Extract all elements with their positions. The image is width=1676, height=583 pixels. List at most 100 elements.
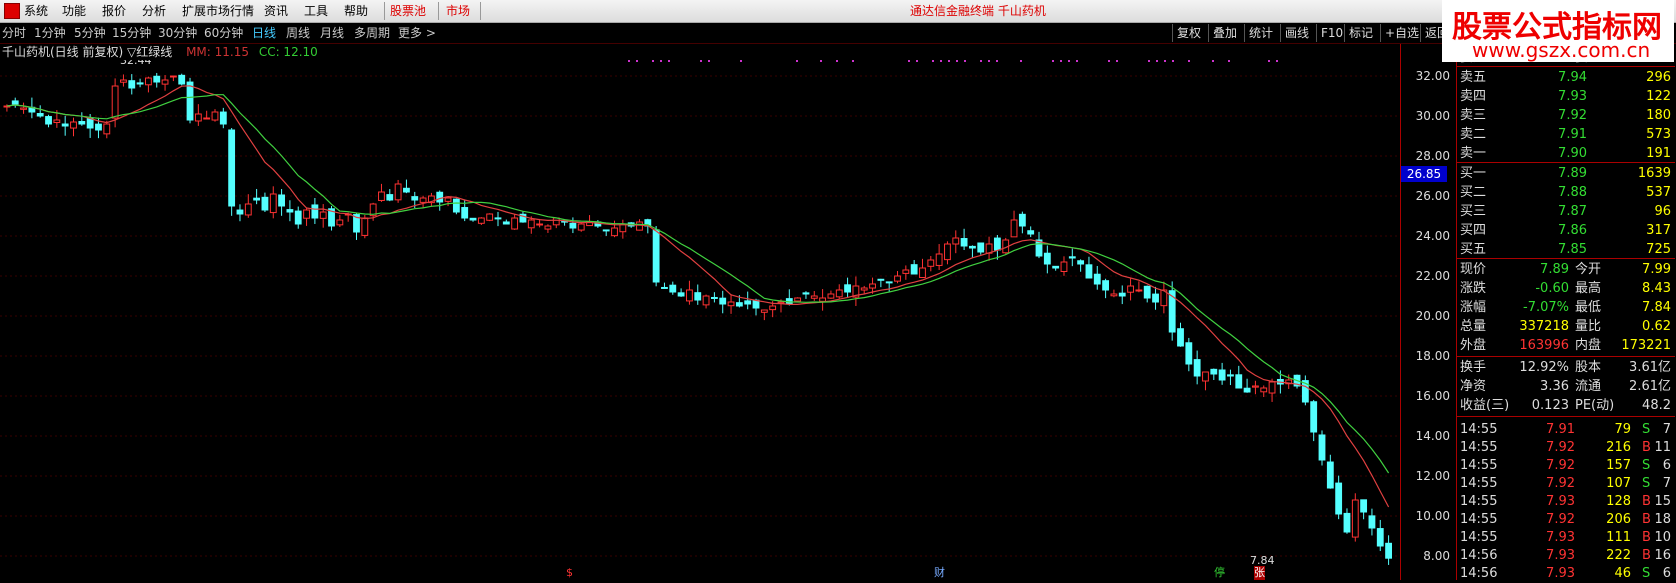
statistics-button[interactable]: 统计 [1244, 24, 1277, 42]
stat-label: 现价 [1460, 262, 1487, 277]
bid-row[interactable]: 买四 7.86 317 [1457, 221, 1675, 240]
period-tab-30min[interactable]: 30分钟 [158, 23, 197, 43]
candlestick-chart[interactable]: 32.447.84 [0, 60, 1400, 580]
bid-price: 7.87 [1558, 204, 1587, 219]
candle-body [1018, 213, 1026, 227]
candle-body [494, 217, 502, 220]
ask-price: 7.93 [1558, 89, 1587, 104]
candle-body [419, 197, 427, 203]
event-tag[interactable]: 停 [1214, 566, 1225, 580]
period-toolbar: 分时 1分钟 5分钟 15分钟 30分钟 60分钟 日线 周线 月线 多周期 更… [0, 23, 1676, 44]
signal-dot [708, 60, 710, 62]
period-tab-1min[interactable]: 1分钟 [34, 23, 66, 43]
ask-row[interactable]: 卖三 7.92 180 [1457, 106, 1675, 125]
signal-dot [948, 60, 950, 62]
menu-extended-market[interactable]: 扩展市场行情 [182, 0, 254, 22]
ask-row[interactable]: 卖五 7.94 296 [1457, 68, 1675, 87]
bid-row[interactable]: 买五 7.85 725 [1457, 240, 1675, 259]
candle-body [502, 221, 510, 225]
candle-body [744, 300, 752, 305]
period-tab-intraday[interactable]: 分时 [2, 23, 26, 43]
candle-body [819, 297, 827, 302]
bid-row[interactable]: 买一 7.89 1639 [1457, 164, 1675, 183]
rights-adjust-button[interactable]: 复权 [1172, 24, 1205, 42]
stat-label: 今开 [1575, 262, 1602, 277]
quote-panel: 委比 -41.75% 委差 -1352 卖五7.94296卖四7.93122卖三… [1456, 44, 1676, 581]
stat-label: 涨幅 [1460, 300, 1487, 315]
ask-row[interactable]: 卖一 7.90 191 [1457, 144, 1675, 163]
signal-dot [1052, 60, 1054, 62]
candle-body [1243, 387, 1251, 393]
event-tag[interactable]: $ [566, 566, 573, 580]
ask-label: 卖四 [1460, 89, 1487, 104]
overlay-button[interactable]: 叠加 [1208, 24, 1241, 42]
f10-button[interactable]: F10 [1316, 24, 1347, 42]
bid-label: 买二 [1460, 185, 1487, 200]
menu-market[interactable]: 市场 [446, 0, 470, 22]
period-tab-weekly[interactable]: 周线 [286, 23, 310, 43]
add-watchlist-button[interactable]: +自选 [1380, 24, 1423, 42]
menu-system[interactable]: 系统 [24, 0, 48, 22]
signal-dot [1276, 60, 1278, 62]
candle-body [1135, 289, 1143, 292]
candle-body [128, 80, 136, 89]
period-tab-multi[interactable]: 多周期 [354, 23, 390, 43]
menu-function[interactable]: 功能 [62, 0, 86, 22]
stat-value: 7.99 [1642, 262, 1671, 277]
ask-price: 7.92 [1558, 108, 1587, 123]
event-tag[interactable]: 张 [1254, 566, 1265, 580]
ask-label: 卖五 [1460, 70, 1487, 85]
candle-body [186, 81, 194, 121]
candle-body [403, 187, 410, 193]
candle-body [452, 198, 460, 213]
signal-dot [940, 60, 942, 62]
menu-stock-pool[interactable]: 股票池 [390, 0, 426, 22]
menu-analysis[interactable]: 分析 [142, 0, 166, 22]
candle-body [78, 121, 86, 125]
menu-tools[interactable]: 工具 [304, 0, 328, 22]
candle-body [219, 111, 227, 125]
period-tab-more[interactable]: 更多 > [398, 23, 436, 43]
tick-count: 15 [1654, 494, 1671, 509]
bid-label: 买五 [1460, 242, 1487, 257]
period-tab-daily[interactable]: 日线 [252, 23, 276, 43]
tick-side: S [1642, 422, 1651, 437]
signal-dot [1060, 60, 1062, 62]
candle-body [286, 209, 294, 213]
menu-help[interactable]: 帮助 [344, 0, 368, 22]
candle-body [86, 117, 94, 129]
menu-quote[interactable]: 报价 [102, 0, 126, 22]
ma-green-line [6, 94, 1390, 474]
signal-dot [700, 60, 702, 62]
tick-side: S [1642, 476, 1651, 491]
ask-row[interactable]: 卖四 7.93 122 [1457, 87, 1675, 106]
event-tag[interactable]: 财 [934, 566, 945, 580]
tick-side: B [1642, 530, 1651, 545]
candle-body [103, 123, 111, 135]
candle-body [760, 309, 768, 313]
bid-volume: 537 [1646, 185, 1671, 200]
candle-body [1077, 260, 1085, 265]
ask-row[interactable]: 卖二 7.91 573 [1457, 125, 1675, 144]
tick-time: 14:55 [1460, 440, 1498, 455]
period-tab-15min[interactable]: 15分钟 [112, 23, 151, 43]
draw-line-button[interactable]: 画线 [1280, 24, 1313, 42]
menu-bar: 系统 功能 报价 分析 扩展市场行情 资讯 工具 帮助 股票池 市场 通达信金融… [0, 0, 1676, 23]
menu-news[interactable]: 资讯 [264, 0, 288, 22]
ask-volume: 573 [1646, 127, 1671, 142]
period-tab-monthly[interactable]: 月线 [320, 23, 344, 43]
tick-price: 7.92 [1546, 440, 1575, 455]
period-tab-60min[interactable]: 60分钟 [204, 23, 243, 43]
ask-volume: 122 [1646, 89, 1671, 104]
bid-row[interactable]: 买三 7.87 96 [1457, 202, 1675, 221]
period-tab-5min[interactable]: 5分钟 [74, 23, 106, 43]
fundamental-label: PE(动) [1575, 398, 1615, 413]
axis-tick-label: 18.00 [1415, 349, 1450, 363]
candle-body [652, 229, 660, 283]
tick-time: 14:55 [1460, 530, 1498, 545]
candle-body [694, 292, 702, 301]
mark-button[interactable]: 标记 [1344, 24, 1377, 42]
signal-dot [668, 60, 670, 62]
bid-row[interactable]: 买二 7.88 537 [1457, 183, 1675, 202]
candle-body [269, 193, 277, 214]
